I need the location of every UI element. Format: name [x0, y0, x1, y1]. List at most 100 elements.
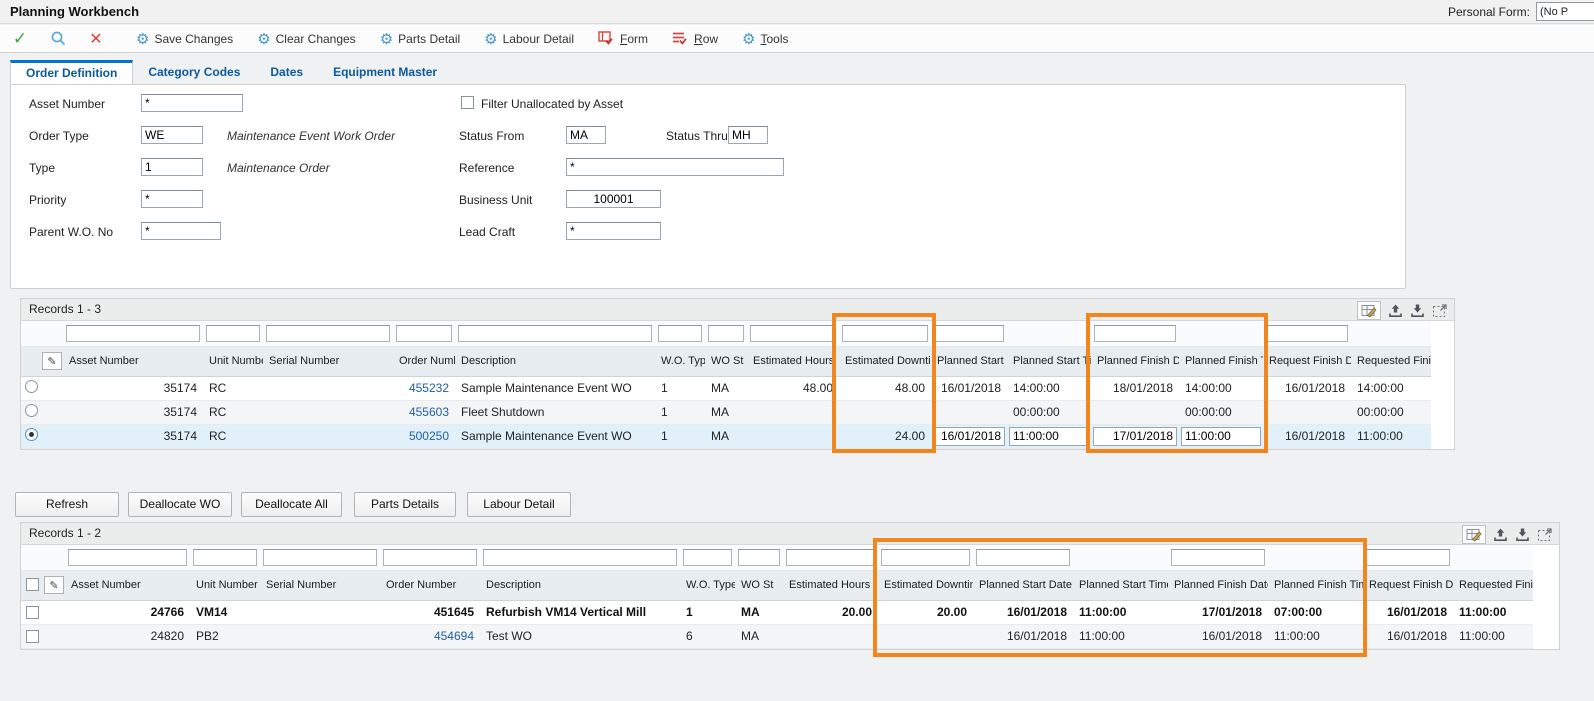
order-number-link[interactable]: 454694 [434, 629, 474, 643]
grid2-filter-unit-number[interactable] [193, 549, 257, 566]
order-number-link[interactable]: 455232 [409, 381, 449, 395]
grid1-filter-planned-finish-date[interactable] [1094, 325, 1176, 342]
row-select-checkbox[interactable] [26, 630, 39, 643]
row-select-radio[interactable] [25, 428, 38, 441]
grid2-col-request-finish-date[interactable]: Request Finish Date [1363, 570, 1453, 600]
grid2-col-planned-start-time[interactable]: Planned Start Time [1073, 570, 1168, 600]
tab-order-definition[interactable]: Order Definition [10, 60, 133, 85]
grid1-filter-serial-number[interactable] [266, 325, 390, 342]
grid2-filter-planned-finish-date[interactable] [1171, 549, 1265, 566]
tools-menu[interactable]: ⚙ Tools [742, 30, 788, 48]
grid2-filter-order-number[interactable] [383, 549, 477, 566]
grid2-filter-wo-st[interactable] [738, 549, 780, 566]
grid2-col-estimated-hours[interactable]: Estimated Hours [783, 570, 878, 600]
detach-grid-button[interactable] [1432, 303, 1448, 318]
grid1-col-requested-finish-time[interactable]: Requested Finish Time [1351, 346, 1431, 376]
import-grid-button[interactable] [1410, 303, 1425, 318]
order-number-link[interactable]: 455603 [409, 405, 449, 419]
grid1-col-estimated-hours[interactable]: Estimated Hours [747, 346, 839, 376]
grid2-col-wo-type[interactable]: W.O. Type [680, 570, 735, 600]
grid2-filter-estimated-hours[interactable] [786, 549, 875, 566]
personal-form-select[interactable]: (No P [1536, 2, 1594, 21]
find-button[interactable] [48, 29, 68, 49]
grid2-filter-serial-number[interactable] [263, 549, 377, 566]
grid2-col-wo-st[interactable]: WO St [735, 570, 783, 600]
grid1-filter-unit-number[interactable] [206, 325, 260, 342]
planned-start-time-input[interactable] [1009, 427, 1089, 446]
grid1-filter-wo-type[interactable] [658, 325, 702, 342]
order-type-field[interactable] [141, 126, 203, 144]
grid1-col-asset-number[interactable]: Asset Number [63, 346, 203, 376]
grid1-filter-request-finish-date[interactable] [1266, 325, 1348, 342]
grid2-filter-description[interactable] [483, 549, 677, 566]
grid1-col-wo-st[interactable]: WO St [705, 346, 747, 376]
grid2-col-order-number[interactable]: Order Number [380, 570, 480, 600]
grid1-col-planned-start-time[interactable]: Planned Start Time [1007, 346, 1091, 376]
grid1-col-estimated-downtime[interactable]: Estimated Downtime [839, 346, 931, 376]
parts-detail-button[interactable]: ⚙ Parts Detail [380, 30, 460, 48]
row-select-checkbox[interactable] [26, 606, 39, 619]
grid2-col-planned-start-date[interactable]: Planned Start Date [973, 570, 1073, 600]
row-select-radio[interactable] [25, 404, 38, 417]
status-thru-field[interactable] [728, 126, 768, 144]
export-grid-button[interactable] [1388, 303, 1403, 318]
grid2-filter-request-finish-date[interactable] [1366, 549, 1450, 566]
deallocate-wo-button[interactable]: Deallocate WO [128, 492, 232, 517]
planned-start-date-input[interactable] [933, 427, 1005, 446]
grid1-filter-estimated-downtime[interactable] [842, 325, 928, 342]
labour-detail-button[interactable]: Labour Detail [467, 492, 571, 517]
import-grid-button[interactable] [1515, 527, 1530, 542]
row-menu[interactable]: Row [672, 30, 718, 47]
business-unit-field[interactable] [566, 190, 661, 208]
grid1-col-unit-number[interactable]: Unit Number [203, 346, 263, 376]
asset-number-field[interactable] [141, 94, 243, 112]
grid1-filter-wo-st[interactable] [708, 325, 744, 342]
attachment-icon[interactable]: ✎ [42, 352, 62, 370]
grid1-col-planned-finish-time[interactable]: Planned Finish Time [1179, 346, 1263, 376]
grid1-col-description[interactable]: Description [455, 346, 655, 376]
tab-dates[interactable]: Dates [255, 60, 318, 85]
grid1-col-order-number[interactable]: Order Number [393, 346, 455, 376]
grid1-col-planned-finish-date[interactable]: Planned Finish Date [1091, 346, 1179, 376]
order-number-link[interactable]: 500250 [409, 429, 449, 443]
customize-grid-button[interactable] [1462, 525, 1486, 544]
parts-details-button[interactable]: Parts Details [354, 492, 456, 517]
grid1-col-wo-type[interactable]: W.O. Type [655, 346, 705, 376]
filter-unallocated-checkbox[interactable] [461, 96, 474, 109]
cancel-button[interactable]: ✕ [86, 29, 106, 49]
grid2-filter-planned-start-date[interactable] [976, 549, 1070, 566]
lead-craft-field[interactable] [566, 222, 661, 240]
grid1-col-request-finish-date[interactable]: Request Finish Date [1263, 346, 1351, 376]
reference-field[interactable] [566, 158, 784, 176]
grid2-filter-wo-type[interactable] [683, 549, 732, 566]
grid1-filter-asset-number[interactable] [66, 325, 200, 342]
planned-finish-date-input[interactable] [1093, 427, 1177, 446]
ok-button[interactable]: ✓ [10, 29, 30, 49]
grid2-col-serial-number[interactable]: Serial Number [260, 570, 380, 600]
grid2-col-planned-finish-time[interactable]: Planned Finish Time [1268, 570, 1363, 600]
grid1-col-planned-start-date[interactable]: Planned Start Date [931, 346, 1007, 376]
tab-equipment-master[interactable]: Equipment Master [318, 60, 452, 85]
form-menu[interactable]: Form [598, 30, 648, 47]
attachment-icon[interactable]: ✎ [44, 576, 64, 594]
customize-grid-button[interactable] [1357, 301, 1381, 320]
labour-detail-button[interactable]: ⚙ Labour Detail [484, 30, 574, 48]
grid2-col-description[interactable]: Description [480, 570, 680, 600]
priority-field[interactable] [141, 190, 203, 208]
grid1-col-serial-number[interactable]: Serial Number [263, 346, 393, 376]
detach-grid-button[interactable] [1537, 527, 1553, 542]
clear-changes-button[interactable]: ⚙ Clear Changes [257, 30, 356, 48]
grid2-col-planned-finish-date[interactable]: Planned Finish Date [1168, 570, 1268, 600]
grid2-col-asset-number[interactable]: Asset Number [65, 570, 190, 600]
grid1-filter-order-number[interactable] [396, 325, 452, 342]
grid2-filter-estimated-downtime[interactable] [881, 549, 970, 566]
parent-wo-field[interactable] [141, 222, 221, 240]
refresh-button[interactable]: Refresh [15, 492, 119, 517]
type-field[interactable] [141, 158, 203, 176]
select-all-checkbox[interactable] [26, 578, 39, 591]
deallocate-all-button[interactable]: Deallocate All [241, 492, 342, 517]
status-from-field[interactable] [566, 126, 606, 144]
grid1-filter-description[interactable] [458, 325, 652, 342]
grid2-col-requested-finish-time[interactable]: Requested Finish Time [1453, 570, 1533, 600]
grid1-filter-estimated-hours[interactable] [750, 325, 836, 342]
